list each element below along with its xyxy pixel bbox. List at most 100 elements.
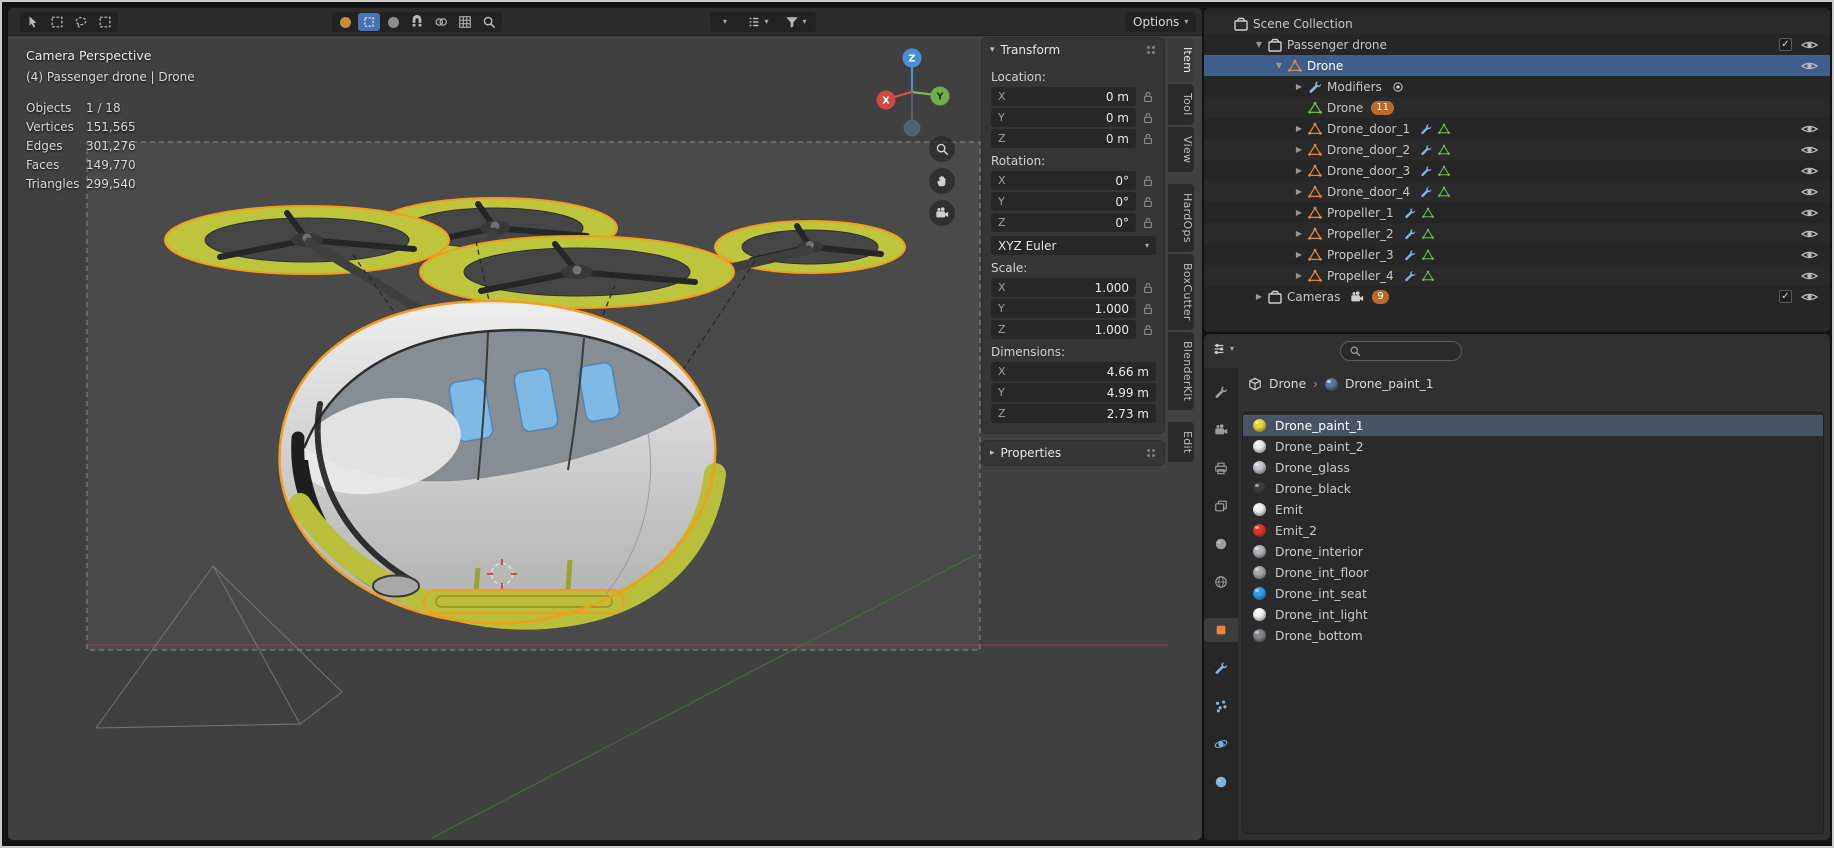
outliner-row-scene-collection[interactable]: Scene Collection <box>1204 13 1830 34</box>
box-select-icon[interactable] <box>46 13 68 31</box>
lock-icon[interactable] <box>1139 196 1156 208</box>
lock-icon[interactable] <box>1139 112 1156 124</box>
modifier-render-toggle-icon[interactable] <box>1392 81 1404 93</box>
navigation-gizmo[interactable]: Z Y X <box>856 38 966 146</box>
search-input[interactable] <box>1366 344 1446 358</box>
tab-blenderkit[interactable]: BlenderKit <box>1168 331 1194 410</box>
collection-checkbox[interactable]: ✓ <box>1779 290 1792 303</box>
disclosure-icon[interactable]: ▶ <box>1292 250 1306 259</box>
material-slot[interactable]: Drone_paint_1 <box>1243 415 1823 436</box>
zoom-button[interactable] <box>929 136 955 162</box>
disclosure-icon[interactable]: ▶ <box>1292 208 1306 217</box>
rotation-x-field[interactable]: X 0° <box>991 171 1136 190</box>
lasso-select-icon[interactable] <box>94 13 116 31</box>
disclosure-icon[interactable]: ▶ <box>1292 145 1306 154</box>
material-slot[interactable]: Drone_int_seat <box>1243 583 1823 604</box>
eye-icon[interactable] <box>1801 144 1818 156</box>
material-slot[interactable]: Drone_black <box>1243 478 1823 499</box>
falloff-sphere-icon[interactable] <box>382 13 404 31</box>
tab-render-properties[interactable] <box>1204 418 1238 442</box>
material-slot[interactable]: Drone_interior <box>1243 541 1823 562</box>
panel-grip-icon[interactable] <box>1147 45 1156 55</box>
material-slot[interactable]: Emit_2 <box>1243 520 1823 541</box>
panel-disclosure-icon[interactable]: ▾ <box>990 45 995 55</box>
eye-icon[interactable] <box>1801 270 1818 282</box>
rotation-mode-dropdown[interactable]: XYZ Euler ▾ <box>991 236 1156 255</box>
filter-dropdown[interactable]: ▾ <box>778 13 814 31</box>
3d-viewport[interactable]: Z Y X Camera Perspective (4) Passenger d… <box>8 8 1202 840</box>
panel-disclosure-icon[interactable]: ▸ <box>990 448 995 458</box>
location-y-field[interactable]: Y0 m <box>991 108 1136 127</box>
scale-y-field[interactable]: Y 1.000 <box>991 299 1136 318</box>
tab-boxcutter[interactable]: BoxCutter <box>1168 253 1194 330</box>
disclosure-icon[interactable]: ▼ <box>1252 40 1266 49</box>
tab-output-properties[interactable] <box>1204 456 1238 480</box>
outliner-row-propeller-4[interactable]: ▶ Propeller_4 <box>1204 265 1830 286</box>
overlap-circles-icon[interactable] <box>430 13 452 31</box>
disclosure-icon[interactable]: ▶ <box>1292 166 1306 175</box>
material-slot[interactable]: Drone_int_light <box>1243 604 1823 625</box>
material-slot[interactable]: Drone_bottom <box>1243 625 1823 646</box>
snap-magnet-icon[interactable] <box>406 13 428 31</box>
disclosure-icon[interactable]: ▶ <box>1292 124 1306 133</box>
outliner-row-propeller-1[interactable]: ▶ Propeller_1 <box>1204 202 1830 223</box>
tab-view[interactable]: View <box>1168 126 1194 173</box>
eye-icon[interactable] <box>1801 39 1818 51</box>
scale-z-field[interactable]: Z 1.000 <box>991 320 1136 339</box>
eye-icon[interactable] <box>1801 291 1818 303</box>
properties-collapsed-panel[interactable]: ▸ Properties <box>982 441 1164 465</box>
tab-item[interactable]: Item <box>1168 38 1194 83</box>
tab-modifier-properties[interactable] <box>1204 656 1238 680</box>
tab-particle-properties[interactable] <box>1204 694 1238 718</box>
rotation-z-field[interactable]: Z 0° <box>991 213 1136 232</box>
eye-icon[interactable] <box>1801 249 1818 261</box>
disclosure-icon[interactable]: ▶ <box>1292 271 1306 280</box>
tab-edit[interactable]: Edit <box>1168 421 1194 463</box>
breadcrumb-material[interactable]: Drone_paint_1 <box>1345 377 1434 391</box>
outliner-row-drone-door-3[interactable]: ▶ Drone_door_3 <box>1204 160 1830 181</box>
outliner-row-drone-mesh-data[interactable]: Drone 11 <box>1204 97 1830 118</box>
eye-icon[interactable] <box>1801 165 1818 177</box>
tab-hardops[interactable]: HardOps <box>1168 184 1194 252</box>
editor-type-button[interactable]: ▾ <box>1212 342 1234 356</box>
material-slot[interactable]: Emit <box>1243 499 1823 520</box>
pan-button[interactable] <box>929 168 955 194</box>
scale-x-field[interactable]: X 1.000 <box>991 278 1136 297</box>
disclosure-icon[interactable]: ▼ <box>1272 61 1286 70</box>
tab-object-properties[interactable] <box>1204 618 1238 642</box>
tab-constraint-properties[interactable] <box>1204 770 1238 794</box>
grid-icon[interactable] <box>454 13 476 31</box>
options-button[interactable]: Options ▾ <box>1125 12 1197 32</box>
material-slot[interactable]: Drone_paint_2 <box>1243 436 1823 457</box>
eye-icon[interactable] <box>1801 207 1818 219</box>
orientation-dropdown[interactable]: ▾ <box>712 13 738 31</box>
rotation-y-field[interactable]: Y 0° <box>991 192 1136 211</box>
tab-view-layer-properties[interactable] <box>1204 494 1238 518</box>
outliner-row-propeller-3[interactable]: ▶ Propeller_3 <box>1204 244 1830 265</box>
lock-icon[interactable] <box>1139 217 1156 229</box>
eye-icon[interactable] <box>1801 60 1818 72</box>
outliner-row-modifiers[interactable]: ▶ Modifiers <box>1204 76 1830 97</box>
tab-physics-properties[interactable] <box>1204 732 1238 756</box>
tab-tool[interactable]: Tool <box>1168 84 1194 125</box>
disclosure-icon[interactable]: ▶ <box>1292 187 1306 196</box>
lock-icon[interactable] <box>1139 324 1156 336</box>
disclosure-icon[interactable]: ▶ <box>1292 82 1306 91</box>
lock-icon[interactable] <box>1139 91 1156 103</box>
dimensions-y-field[interactable]: Y 4.99 m <box>991 383 1156 402</box>
circle-select-icon[interactable] <box>70 13 92 31</box>
outliner-row-drone-door-4[interactable]: ▶ Drone_door_4 <box>1204 181 1830 202</box>
transform-panel-header[interactable]: ▾ Transform <box>982 38 1164 62</box>
tab-tool-properties[interactable] <box>1204 380 1238 404</box>
eye-icon[interactable] <box>1801 123 1818 135</box>
dimensions-x-field[interactable]: X 4.66 m <box>991 362 1156 381</box>
lock-icon[interactable] <box>1139 303 1156 315</box>
lock-icon[interactable] <box>1139 133 1156 145</box>
collection-checkbox[interactable]: ✓ <box>1779 38 1792 51</box>
outliner-row-passenger-drone[interactable]: ▼ Passenger drone ✓ <box>1204 34 1830 55</box>
material-slot[interactable]: Drone_int_floor <box>1243 562 1823 583</box>
active-tool-icon[interactable] <box>358 13 380 31</box>
tab-scene-properties[interactable] <box>1204 532 1238 556</box>
disclosure-icon[interactable]: ▶ <box>1292 229 1306 238</box>
outliner-row-drone-door-2[interactable]: ▶ Drone_door_2 <box>1204 139 1830 160</box>
